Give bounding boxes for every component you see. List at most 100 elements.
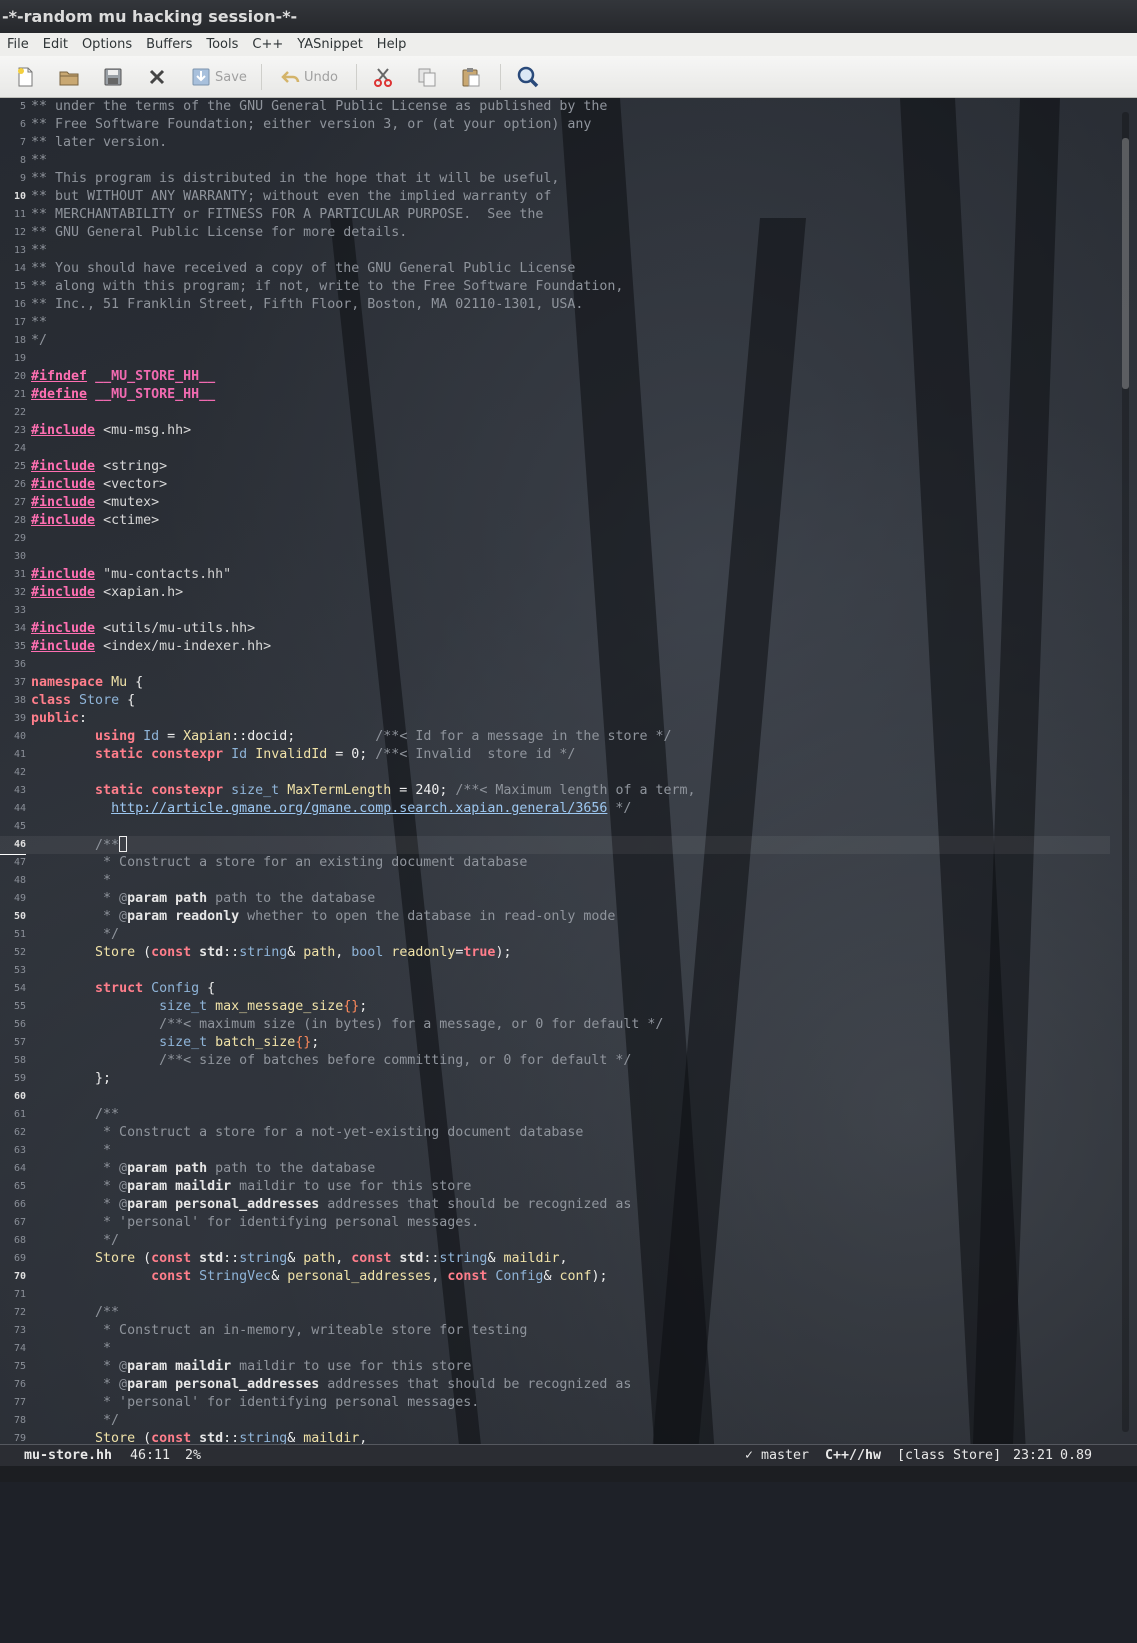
code-line[interactable]: 41 static constexpr Id InvalidId = 0; /*…	[0, 746, 1110, 764]
code-line[interactable]: 25 #include <string>	[0, 458, 1110, 476]
new-file-icon[interactable]	[14, 66, 36, 88]
code-line[interactable]: 78 */	[0, 1412, 1110, 1430]
code-line[interactable]: 17 **	[0, 314, 1110, 332]
menu-item-c-[interactable]: C++	[245, 33, 290, 56]
code-line[interactable]: 24	[0, 440, 1110, 458]
save-disk-icon[interactable]	[102, 66, 124, 88]
code-line[interactable]: 60	[0, 1088, 1110, 1106]
code-line[interactable]: 50 * @param readonly whether to open the…	[0, 908, 1110, 926]
code-line[interactable]: 54 struct Config {	[0, 980, 1110, 998]
code-line[interactable]: 57 size_t batch_size{};	[0, 1034, 1110, 1052]
code-line[interactable]: 75 * @param maildir maildir to use for t…	[0, 1358, 1110, 1376]
code-line[interactable]: 16 ** Inc., 51 Franklin Street, Fifth Flo…	[0, 296, 1110, 314]
code-line[interactable]: 5 ** under the terms of the GNU General P…	[0, 98, 1110, 116]
code-line[interactable]: 38 class Store {	[0, 692, 1110, 710]
code-line[interactable]: 58 /**< size of batches before committin…	[0, 1052, 1110, 1070]
menu-item-options[interactable]: Options	[75, 33, 139, 56]
code-line[interactable]: 28 #include <ctime>	[0, 512, 1110, 530]
code-line[interactable]: 66 * @param personal_addresses addresses…	[0, 1196, 1110, 1214]
code-line[interactable]: 68 */	[0, 1232, 1110, 1250]
code-line[interactable]: 40 using Id = Xapian::docid; /**< Id for…	[0, 728, 1110, 746]
menu-item-buffers[interactable]: Buffers	[139, 33, 199, 56]
code-line[interactable]: 79 Store (const std::string& maildir,	[0, 1430, 1110, 1444]
code-line[interactable]: 20 #ifndef __MU_STORE_HH__	[0, 368, 1110, 386]
save-button[interactable]: Save	[190, 66, 247, 88]
code-line[interactable]: 39 public:	[0, 710, 1110, 728]
code-line[interactable]: 13 **	[0, 242, 1110, 260]
code-line[interactable]: 61 /**	[0, 1106, 1110, 1124]
code-line[interactable]: 19	[0, 350, 1110, 368]
cut-icon[interactable]	[372, 66, 394, 88]
code-line[interactable]: 14 ** You should have received a copy of …	[0, 260, 1110, 278]
code-line[interactable]: 26 #include <vector>	[0, 476, 1110, 494]
code-line[interactable]: 43 static constexpr size_t MaxTermLength…	[0, 782, 1110, 800]
code-line[interactable]: 69 Store (const std::string& path, const…	[0, 1250, 1110, 1268]
code-line[interactable]: 62 * Construct a store for a not-yet-exi…	[0, 1124, 1110, 1142]
editor-buffer[interactable]: 5 ** under the terms of the GNU General P…	[0, 98, 1137, 1444]
menu-item-edit[interactable]: Edit	[36, 33, 75, 56]
paste-icon[interactable]	[460, 66, 482, 88]
code-line[interactable]: 36	[0, 656, 1110, 674]
code-line[interactable]: 67 * 'personal' for identifying personal…	[0, 1214, 1110, 1232]
menu-item-help[interactable]: Help	[370, 33, 414, 56]
code-line[interactable]: 63 *	[0, 1142, 1110, 1160]
code-line[interactable]: 55 size_t max_message_size{};	[0, 998, 1110, 1016]
code-line[interactable]: 72 /**	[0, 1304, 1110, 1322]
code-line[interactable]: 21 #define __MU_STORE_HH__	[0, 386, 1110, 404]
code-line[interactable]: 45	[0, 818, 1110, 836]
code-line[interactable]: 23 #include <mu-msg.hh>	[0, 422, 1110, 440]
scrollbar-thumb[interactable]	[1122, 138, 1129, 389]
code-line[interactable]: 37 namespace Mu {	[0, 674, 1110, 692]
code-line[interactable]: 73 * Construct an in-memory, writeable s…	[0, 1322, 1110, 1340]
url-link[interactable]: http://article.gmane.org/gmane.comp.sear…	[111, 801, 607, 816]
code-line[interactable]: 9 ** This program is distributed in the h…	[0, 170, 1110, 188]
code-line[interactable]: 51 */	[0, 926, 1110, 944]
code-line[interactable]: 30	[0, 548, 1110, 566]
code-line[interactable]: 22	[0, 404, 1110, 422]
scrollbar[interactable]	[1122, 112, 1129, 1432]
code-line[interactable]: 65 * @param maildir maildir to use for t…	[0, 1178, 1110, 1196]
undo-button[interactable]: Undo	[280, 66, 338, 88]
current-code-line[interactable]: 46 /**	[0, 836, 1110, 855]
code-line[interactable]: 53	[0, 962, 1110, 980]
code-line[interactable]: 70 const StringVec& personal_addresses, …	[0, 1268, 1110, 1286]
code-line[interactable]: 74 *	[0, 1340, 1110, 1358]
code-line[interactable]: 7 ** later version.	[0, 134, 1110, 152]
code-line[interactable]: 49 * @param path path to the database	[0, 890, 1110, 908]
code-line[interactable]: 44 http://article.gmane.org/gmane.comp.s…	[0, 800, 1110, 818]
code-line[interactable]: 12 ** GNU General Public License for more…	[0, 224, 1110, 242]
code-line[interactable]: 29	[0, 530, 1110, 548]
menu-item-file[interactable]: File	[0, 33, 36, 56]
code-line[interactable]: 27 #include <mutex>	[0, 494, 1110, 512]
vc-branch[interactable]: ✓ master	[745, 1445, 809, 1467]
code-line[interactable]: 42	[0, 764, 1110, 782]
code-line[interactable]: 11 ** MERCHANTABILITY or FITNESS FOR A PA…	[0, 206, 1110, 224]
code-line[interactable]: 32 #include <xapian.h>	[0, 584, 1110, 602]
code-line[interactable]: 47 * Construct a store for an existing d…	[0, 854, 1110, 872]
code-line[interactable]: 18 */	[0, 332, 1110, 350]
menu-item-tools[interactable]: Tools	[199, 33, 245, 56]
code-line[interactable]: 56 /**< maximum size (in bytes) for a me…	[0, 1016, 1110, 1034]
code-line[interactable]: 71	[0, 1286, 1110, 1304]
code-line[interactable]: 52 Store (const std::string& path, bool …	[0, 944, 1110, 962]
code-line[interactable]: 48 *	[0, 872, 1110, 890]
code-line[interactable]: 15 ** along with this program; if not, wr…	[0, 278, 1110, 296]
echo-area[interactable]	[0, 1466, 1137, 1482]
code-line[interactable]: 34 #include <utils/mu-utils.hh>	[0, 620, 1110, 638]
code-line[interactable]: 8 **	[0, 152, 1110, 170]
code-line[interactable]: 6 ** Free Software Foundation; either ver…	[0, 116, 1110, 134]
copy-icon[interactable]	[416, 66, 438, 88]
code-line[interactable]: 59 };	[0, 1070, 1110, 1088]
code-line[interactable]: 31 #include "mu-contacts.hh"	[0, 566, 1110, 584]
close-icon[interactable]	[146, 66, 168, 88]
menu-item-yasnippet[interactable]: YASnippet	[290, 33, 370, 56]
code-line[interactable]: 64 * @param path path to the database	[0, 1160, 1110, 1178]
open-folder-icon[interactable]	[58, 66, 80, 88]
code-line[interactable]: 35 #include <index/mu-indexer.hh>	[0, 638, 1110, 656]
code-line[interactable]: 76 * @param personal_addresses addresses…	[0, 1376, 1110, 1394]
code-line[interactable]: 77 * 'personal' for identifying personal…	[0, 1394, 1110, 1412]
code-line[interactable]: 10 ** but WITHOUT ANY WARRANTY; without e…	[0, 188, 1110, 206]
search-icon[interactable]	[516, 66, 540, 88]
code-line[interactable]: 33	[0, 602, 1110, 620]
buffer-name[interactable]: mu-store.hh	[24, 1445, 112, 1467]
